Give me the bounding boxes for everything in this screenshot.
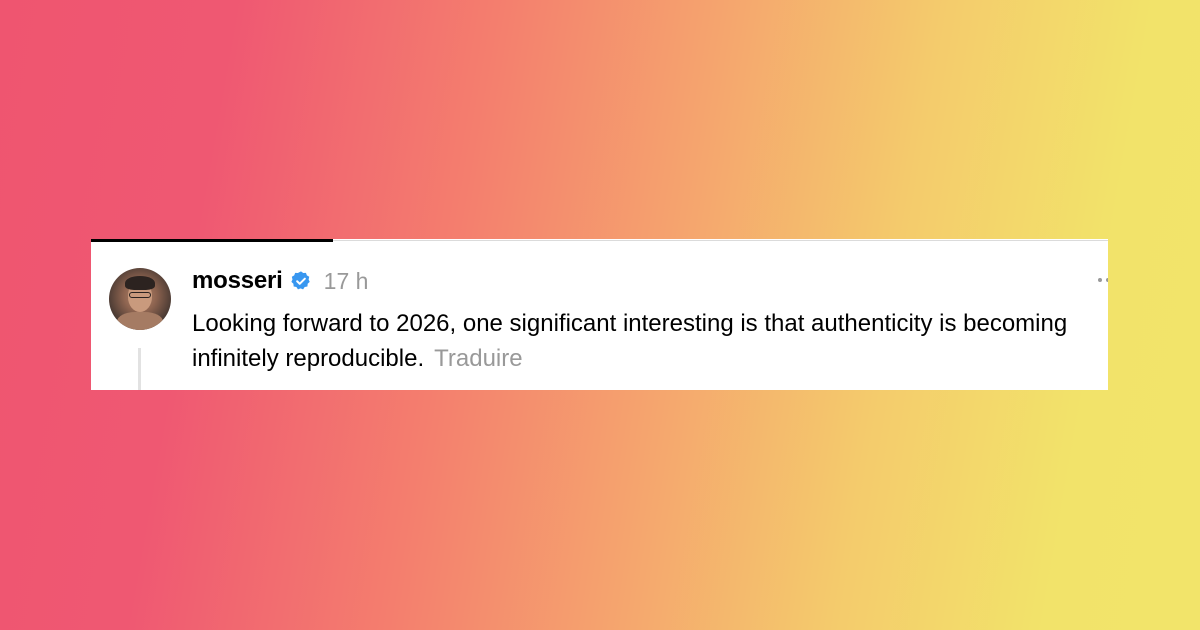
avatar-hair <box>125 276 155 290</box>
post-body: Looking forward to 2026, one significant… <box>192 306 1092 376</box>
verified-badge-icon <box>291 271 310 290</box>
tab-divider <box>333 240 1108 241</box>
active-tab-indicator <box>91 239 333 242</box>
translate-link[interactable]: Traduire <box>434 345 522 372</box>
more-dot <box>1098 278 1102 282</box>
more-options-icon[interactable] <box>1098 269 1108 289</box>
avatar[interactable] <box>109 268 171 330</box>
post-text: Looking forward to 2026, one significant… <box>192 310 1068 372</box>
more-dot <box>1106 278 1108 282</box>
avatar-glasses <box>129 292 151 298</box>
thread-post-card: mosseri 17 h Looking forward to 2026, on… <box>91 239 1108 390</box>
username-link[interactable]: mosseri <box>192 267 283 295</box>
post-header: mosseri 17 h <box>192 265 368 297</box>
thread-connector-line <box>138 348 141 390</box>
avatar-body <box>117 312 163 330</box>
post-timestamp: 17 h <box>323 267 369 294</box>
